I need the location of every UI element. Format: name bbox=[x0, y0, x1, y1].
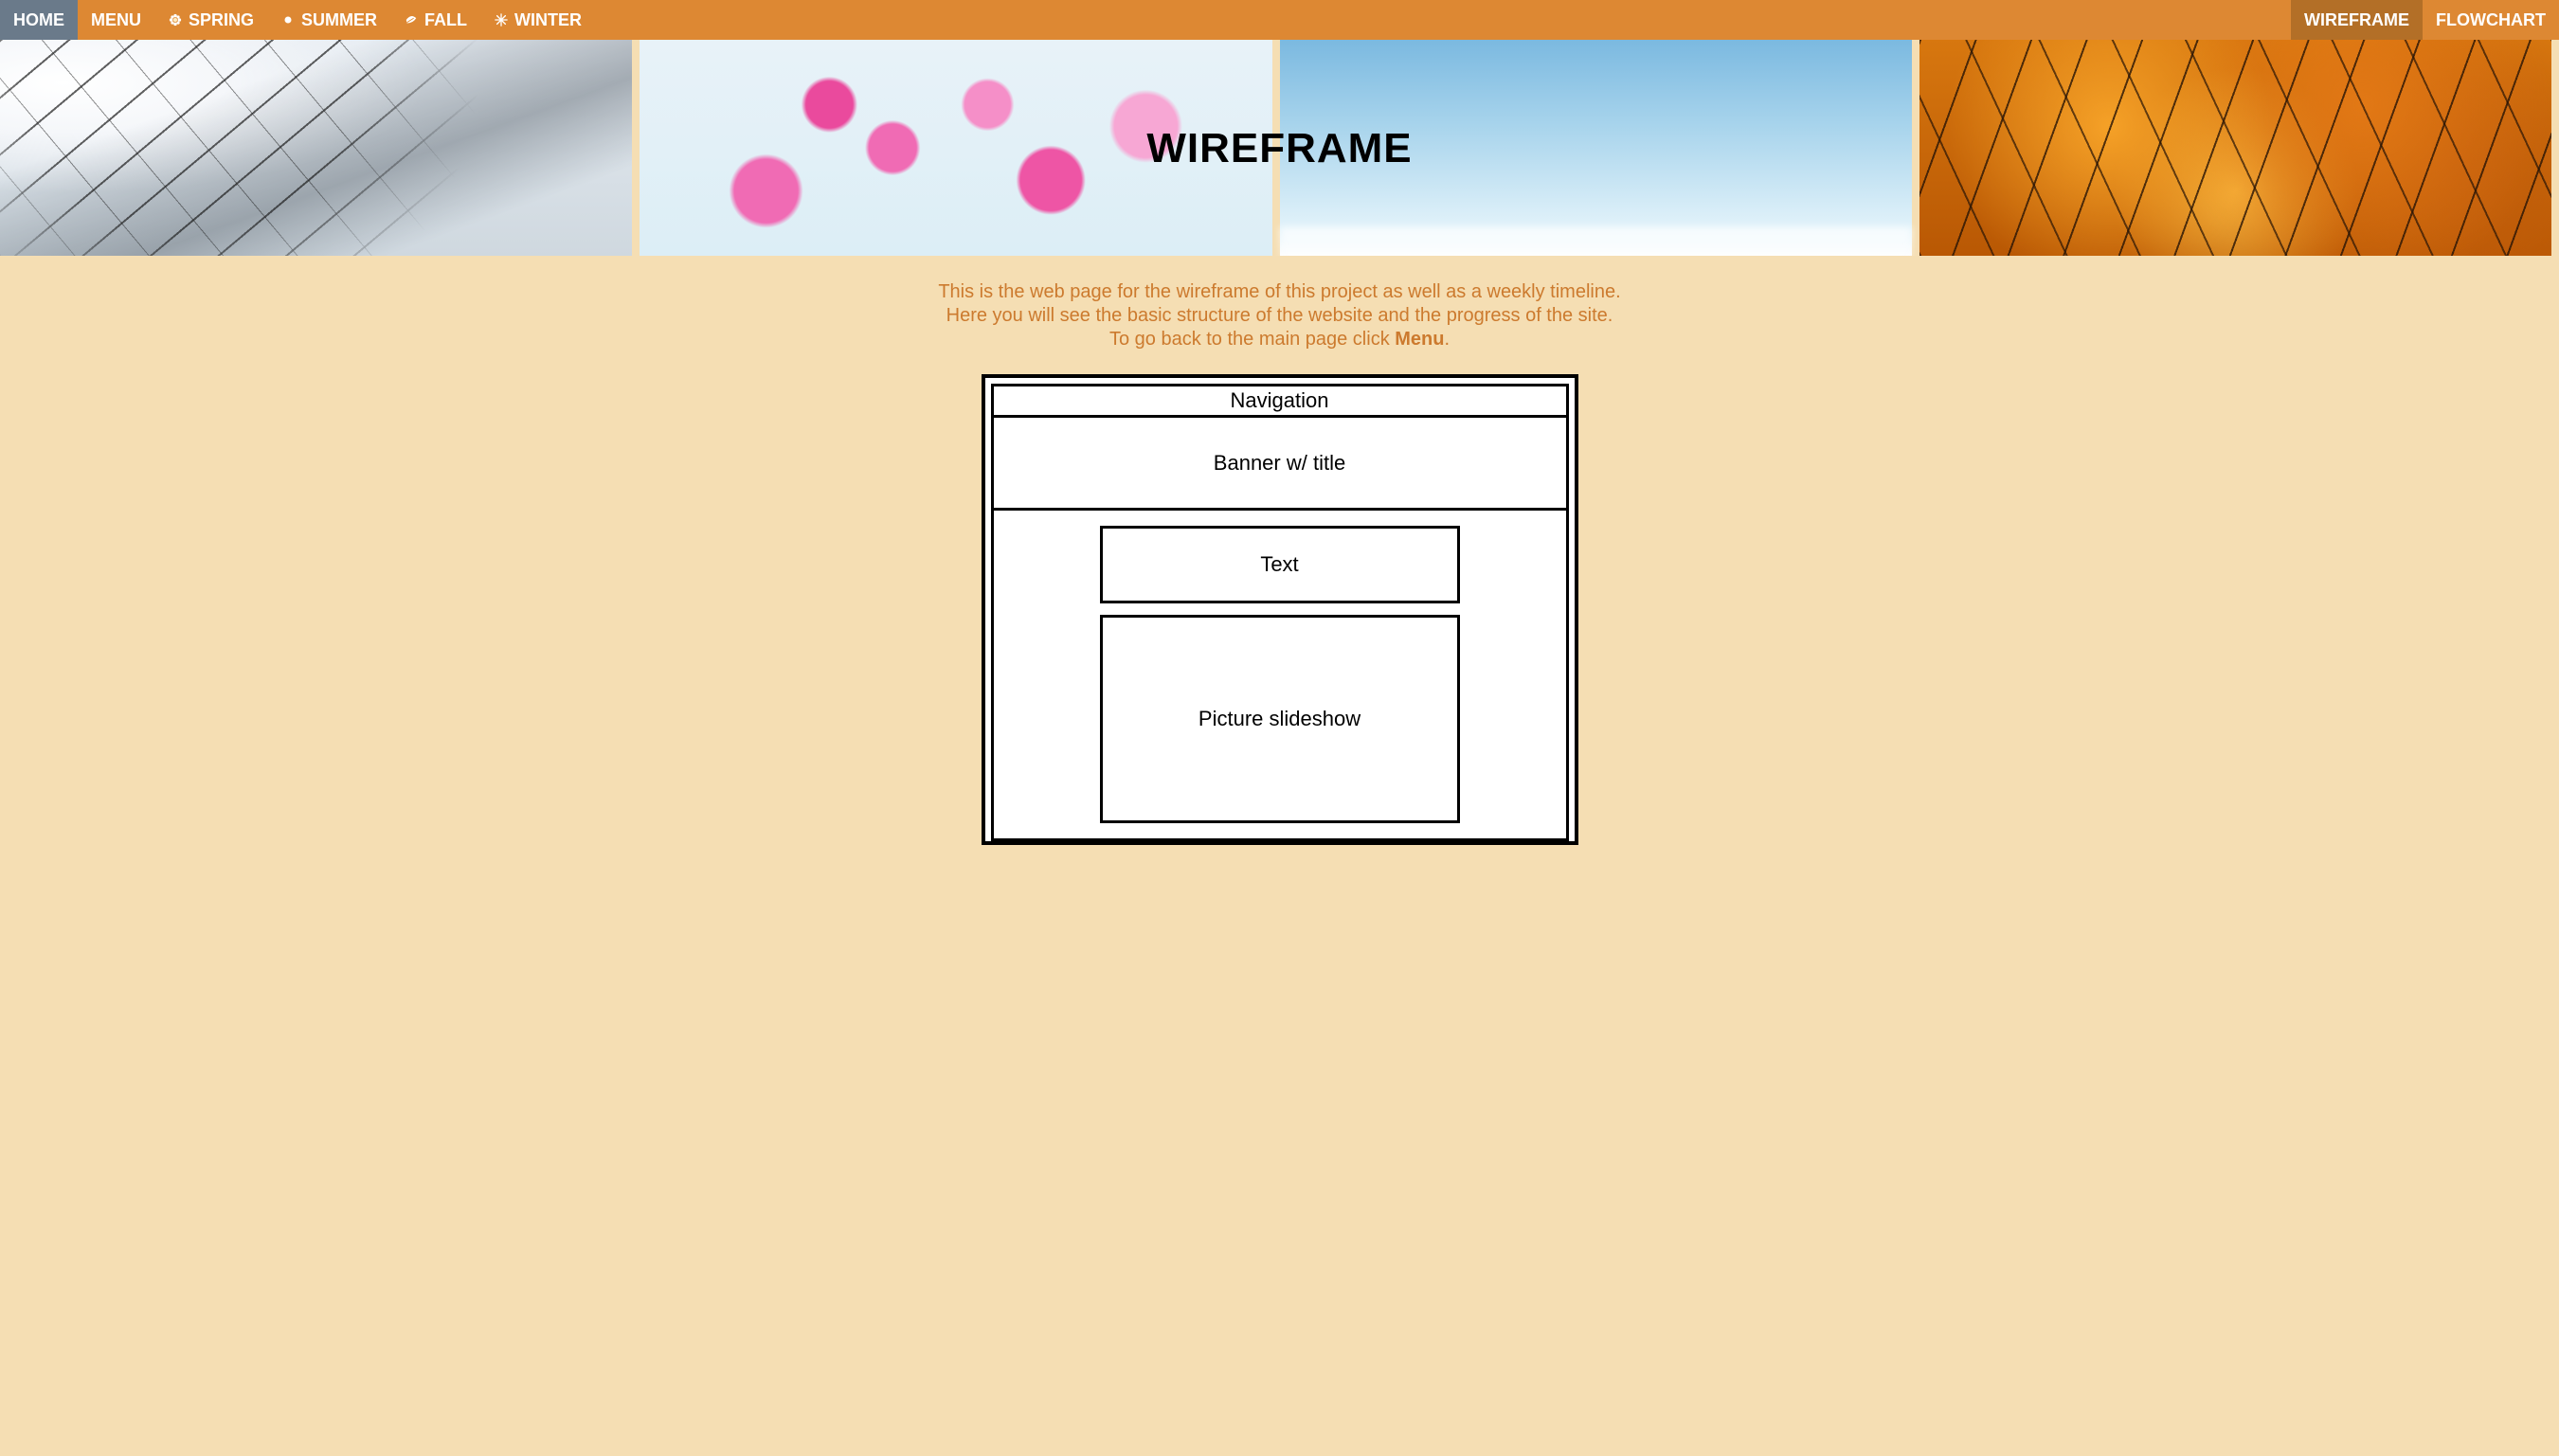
nav-label: SPRING bbox=[189, 10, 254, 30]
wf-body: Text Picture slideshow bbox=[991, 511, 1569, 841]
nav-label: HOME bbox=[13, 10, 64, 30]
nav-label: WIREFRAME bbox=[2304, 10, 2409, 30]
nav-label: WINTER bbox=[514, 10, 582, 30]
wf-navigation: Navigation bbox=[991, 384, 1569, 418]
top-nav: HOME MENU SPRING SUMMER FALL bbox=[0, 0, 2559, 40]
intro-line-3-post: . bbox=[1444, 329, 1450, 350]
nav-fall[interactable]: FALL bbox=[390, 0, 480, 40]
nav-label: SUMMER bbox=[301, 10, 377, 30]
snowflake-icon bbox=[494, 12, 509, 27]
banner: WIREFRAME bbox=[0, 40, 2559, 256]
nav-menu[interactable]: MENU bbox=[78, 0, 154, 40]
nav-label: MENU bbox=[91, 10, 141, 30]
nav-flowchart[interactable]: FLOWCHART bbox=[2423, 0, 2559, 40]
nav-right: WIREFRAME FLOWCHART bbox=[2291, 0, 2559, 40]
wf-slideshow: Picture slideshow bbox=[1100, 615, 1460, 823]
intro-line-3-pre: To go back to the main page click bbox=[1109, 329, 1395, 350]
intro-text: This is the web page for the wireframe o… bbox=[0, 280, 2559, 351]
sun-icon bbox=[280, 12, 296, 27]
intro-line-1: This is the web page for the wireframe o… bbox=[938, 281, 1620, 302]
leaf-icon bbox=[404, 12, 419, 27]
nav-left: HOME MENU SPRING SUMMER FALL bbox=[0, 0, 595, 40]
intro-line-2: Here you will see the basic structure of… bbox=[946, 305, 1613, 326]
intro-line-3-bold: Menu bbox=[1395, 329, 1444, 350]
main-content: This is the web page for the wireframe o… bbox=[0, 256, 2559, 845]
nav-spring[interactable]: SPRING bbox=[154, 0, 267, 40]
wireframe-diagram: Navigation Banner w/ title Text Picture … bbox=[982, 374, 1578, 845]
wf-text: Text bbox=[1100, 526, 1460, 603]
nav-home[interactable]: HOME bbox=[0, 0, 78, 40]
wf-banner: Banner w/ title bbox=[991, 418, 1569, 511]
nav-label: FALL bbox=[424, 10, 467, 30]
banner-image-winter bbox=[0, 40, 632, 256]
nav-winter[interactable]: WINTER bbox=[480, 0, 595, 40]
nav-summer[interactable]: SUMMER bbox=[267, 0, 390, 40]
nav-label: FLOWCHART bbox=[2436, 10, 2546, 30]
banner-image-fall bbox=[1919, 40, 2551, 256]
page-title: WIREFRAME bbox=[1146, 125, 1412, 172]
flower-icon bbox=[168, 12, 183, 27]
nav-wireframe[interactable]: WIREFRAME bbox=[2291, 0, 2423, 40]
